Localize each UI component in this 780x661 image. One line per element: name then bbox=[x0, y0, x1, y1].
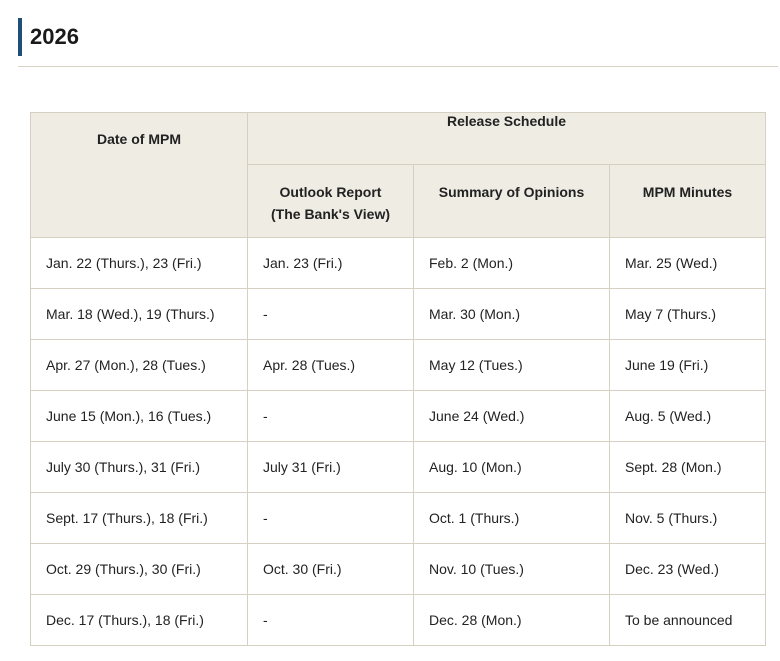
table-row: Oct. 29 (Thurs.), 30 (Fri.) Oct. 30 (Fri… bbox=[30, 543, 767, 595]
cell-minutes: June 19 (Fri.) bbox=[608, 339, 767, 391]
cell-date: Oct. 29 (Thurs.), 30 (Fri.) bbox=[30, 543, 248, 595]
cell-date: July 30 (Thurs.), 31 (Fri.) bbox=[30, 441, 248, 493]
table-body: Jan. 22 (Thurs.), 23 (Fri.) Jan. 23 (Fri… bbox=[30, 237, 767, 646]
cell-summary: Oct. 1 (Thurs.) bbox=[413, 492, 610, 544]
table-row: Jan. 22 (Thurs.), 23 (Fri.) Jan. 23 (Fri… bbox=[30, 237, 767, 289]
cell-date: Dec. 17 (Thurs.), 18 (Fri.) bbox=[30, 594, 248, 646]
table-row: June 15 (Mon.), 16 (Tues.) - June 24 (We… bbox=[30, 390, 767, 442]
cell-summary: Feb. 2 (Mon.) bbox=[413, 237, 610, 289]
cell-date: Jan. 22 (Thurs.), 23 (Fri.) bbox=[30, 237, 248, 289]
cell-minutes: Mar. 25 (Wed.) bbox=[608, 237, 767, 289]
heading-accent-bar bbox=[18, 18, 22, 56]
cell-minutes: To be announced bbox=[608, 594, 767, 646]
cell-minutes: Sept. 28 (Mon.) bbox=[608, 441, 767, 493]
cell-summary: Aug. 10 (Mon.) bbox=[413, 441, 610, 493]
table-row: Apr. 27 (Mon.), 28 (Tues.) Apr. 28 (Tues… bbox=[30, 339, 767, 391]
cell-summary: Nov. 10 (Tues.) bbox=[413, 543, 610, 595]
header-mpm-minutes: MPM Minutes bbox=[608, 164, 767, 238]
section-heading: 2026 bbox=[18, 0, 778, 67]
cell-summary: Dec. 28 (Mon.) bbox=[413, 594, 610, 646]
cell-date: Sept. 17 (Thurs.), 18 (Fri.) bbox=[30, 492, 248, 544]
table-row: Mar. 18 (Wed.), 19 (Thurs.) - Mar. 30 (M… bbox=[30, 288, 767, 340]
mpm-schedule-table: Date of MPM Release Schedule Outlook Rep… bbox=[30, 112, 767, 646]
cell-outlook: Oct. 30 (Fri.) bbox=[247, 543, 414, 595]
header-outlook-report: Outlook Report (The Bank's View) bbox=[247, 164, 414, 238]
header-summary-of-opinions: Summary of Opinions bbox=[413, 164, 610, 238]
table-row: Sept. 17 (Thurs.), 18 (Fri.) - Oct. 1 (T… bbox=[30, 492, 767, 544]
cell-date: Mar. 18 (Wed.), 19 (Thurs.) bbox=[30, 288, 248, 340]
header-outlook-report-line1: Outlook Report bbox=[279, 184, 382, 200]
table-header: Date of MPM Release Schedule Outlook Rep… bbox=[30, 112, 767, 238]
cell-summary: May 12 (Tues.) bbox=[413, 339, 610, 391]
cell-minutes: Dec. 23 (Wed.) bbox=[608, 543, 767, 595]
cell-summary: Mar. 30 (Mon.) bbox=[413, 288, 610, 340]
header-date-of-mpm: Date of MPM bbox=[30, 112, 248, 238]
table-row: Dec. 17 (Thurs.), 18 (Fri.) - Dec. 28 (M… bbox=[30, 594, 767, 646]
header-outlook-report-line2: (The Bank's View) bbox=[271, 206, 390, 222]
cell-date: June 15 (Mon.), 16 (Tues.) bbox=[30, 390, 248, 442]
cell-outlook: Jan. 23 (Fri.) bbox=[247, 237, 414, 289]
cell-minutes: May 7 (Thurs.) bbox=[608, 288, 767, 340]
cell-summary: June 24 (Wed.) bbox=[413, 390, 610, 442]
cell-minutes: Aug. 5 (Wed.) bbox=[608, 390, 767, 442]
cell-date: Apr. 27 (Mon.), 28 (Tues.) bbox=[30, 339, 248, 391]
section-title: 2026 bbox=[30, 24, 79, 49]
cell-minutes: Nov. 5 (Thurs.) bbox=[608, 492, 767, 544]
header-release-schedule: Release Schedule bbox=[246, 112, 767, 165]
cell-outlook: - bbox=[247, 288, 414, 340]
cell-outlook: - bbox=[247, 492, 414, 544]
header-row-top: Date of MPM Release Schedule bbox=[30, 112, 767, 238]
cell-outlook: Apr. 28 (Tues.) bbox=[247, 339, 414, 391]
cell-outlook: July 31 (Fri.) bbox=[247, 441, 414, 493]
cell-outlook: - bbox=[247, 594, 414, 646]
cell-outlook: - bbox=[247, 390, 414, 442]
table-row: July 30 (Thurs.), 31 (Fri.) July 31 (Fri… bbox=[30, 441, 767, 493]
